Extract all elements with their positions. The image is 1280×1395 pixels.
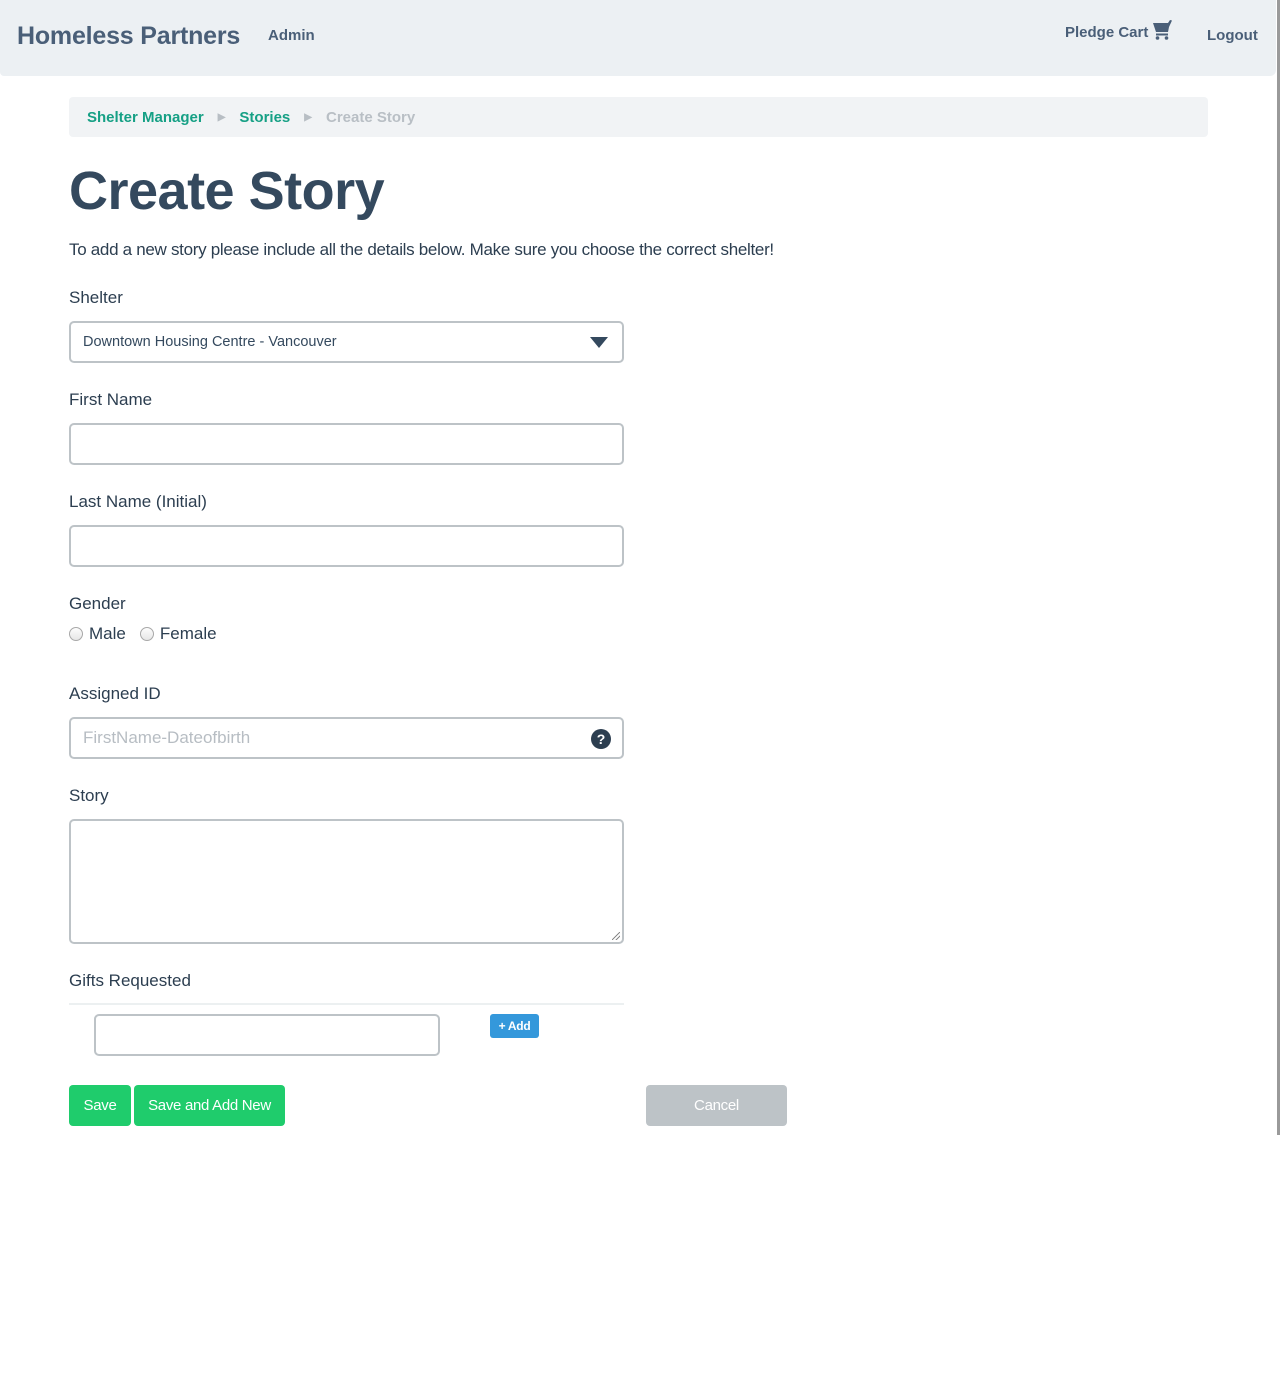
last-name-input[interactable] [69, 525, 624, 567]
assigned-id-label: Assigned ID [69, 684, 161, 703]
shelter-selected-value: Downtown Housing Centre - Vancouver [83, 334, 337, 350]
last-name-label: Last Name (Initial) [69, 492, 207, 511]
intro-text: To add a new story please include all th… [69, 240, 774, 259]
breadcrumb: Shelter Manager ▶ Stories ▶ Create Story [69, 97, 1208, 137]
chevron-down-icon [590, 337, 608, 348]
gender-option-male[interactable]: Male [69, 624, 126, 644]
breadcrumb-shelter-manager[interactable]: Shelter Manager [87, 109, 204, 126]
shopping-cart-icon [1153, 19, 1173, 40]
nav-pledge-cart-link[interactable]: Pledge Cart [1065, 19, 1173, 41]
add-gift-button[interactable]: + Add [490, 1014, 539, 1038]
pledge-cart-label: Pledge Cart [1065, 24, 1149, 41]
resize-handle-icon[interactable] [612, 932, 620, 940]
gift-input[interactable] [94, 1014, 440, 1056]
breadcrumb-stories[interactable]: Stories [239, 109, 290, 126]
assigned-id-input[interactable]: FirstName-Dateofbirth ? [69, 717, 624, 759]
top-navbar: Homeless Partners Admin Pledge Cart Logo… [0, 0, 1276, 76]
female-radio[interactable] [139, 627, 154, 641]
story-textarea[interactable] [69, 819, 624, 944]
gifts-divider [69, 1003, 624, 1005]
gifts-requested-label: Gifts Requested [69, 971, 191, 990]
shelter-label: Shelter [69, 288, 123, 307]
nav-logout-link[interactable]: Logout [1207, 27, 1258, 44]
breadcrumb-separator-icon: ▶ [217, 111, 226, 123]
female-radio-label: Female [159, 624, 217, 643]
assigned-id-placeholder: FirstName-Dateofbirth [83, 728, 251, 747]
save-and-add-new-button[interactable]: Save and Add New [134, 1085, 285, 1126]
breadcrumb-separator-icon: ▶ [304, 111, 312, 123]
male-radio-label: Male [89, 624, 126, 643]
gender-label: Gender [69, 594, 126, 613]
story-label: Story [69, 786, 109, 805]
cancel-button[interactable]: Cancel [646, 1085, 787, 1126]
nav-admin-link[interactable]: Admin [268, 27, 315, 44]
first-name-label: First Name [69, 390, 153, 409]
help-icon[interactable]: ? [591, 729, 611, 749]
first-name-input[interactable] [69, 423, 624, 465]
shelter-select[interactable]: Downtown Housing Centre - Vancouver [69, 321, 624, 363]
male-radio[interactable] [69, 627, 83, 641]
page-title: Create Story [69, 161, 385, 221]
save-button[interactable]: Save [69, 1085, 131, 1126]
gender-option-female[interactable]: Female [139, 624, 217, 644]
breadcrumb-current: Create Story [325, 108, 416, 126]
brand-logo[interactable]: Homeless Partners [17, 22, 240, 51]
gender-radio-group: Male Female [69, 624, 231, 644]
